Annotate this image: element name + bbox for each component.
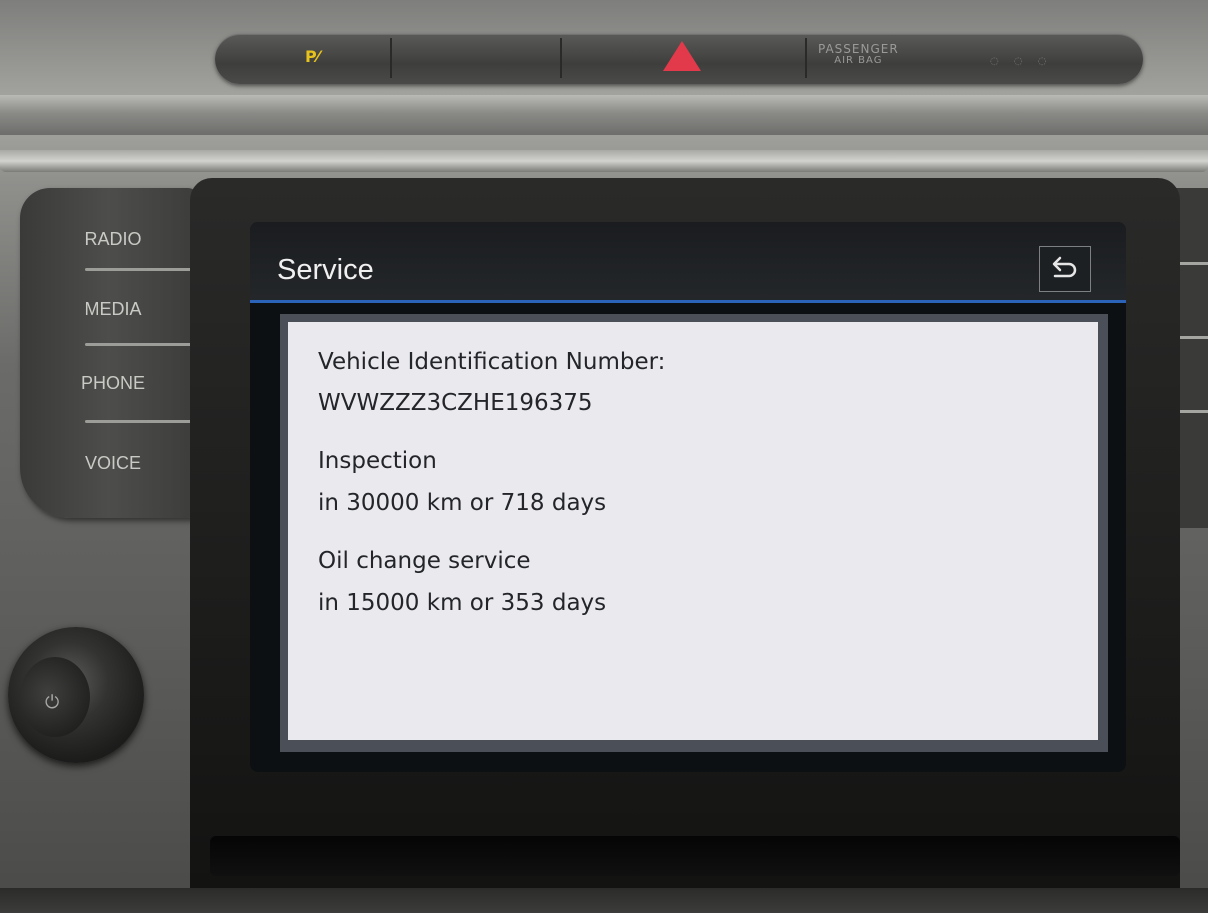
service-info-content: Vehicle Identification Number: WVWZZZ3CZ… xyxy=(288,322,1098,740)
vin-label: Vehicle Identification Number: xyxy=(318,349,666,375)
voice-button[interactable]: VOICE xyxy=(38,426,188,500)
back-arrow-icon xyxy=(1052,256,1077,278)
oil-change-value: in 15000 km or 353 days xyxy=(318,590,607,616)
page-title: Service xyxy=(277,254,374,286)
phone-button[interactable]: PHONE xyxy=(38,346,188,420)
media-button[interactable]: MEDIA xyxy=(38,272,188,346)
hazard-warning-icon[interactable] xyxy=(663,41,701,71)
oil-change-label: Oil change service xyxy=(318,548,531,574)
service-info-panel: Vehicle Identification Number: WVWZZZ3CZ… xyxy=(280,314,1108,752)
passenger-airbag-indicator: PASSENGER AIR BAG xyxy=(818,43,899,67)
button-divider xyxy=(85,343,195,346)
cd-slot xyxy=(210,836,1180,876)
power-icon: ⏻ xyxy=(45,692,60,713)
dashboard-trim xyxy=(0,95,1208,135)
bar-divider xyxy=(390,38,392,78)
radio-button[interactable]: RADIO xyxy=(38,202,188,276)
inspection-value: in 30000 km or 718 days xyxy=(318,490,607,516)
knob-face: ⏻ xyxy=(20,657,90,737)
car-infotainment-photo: P⁄ PASSENGER AIR BAG ◌ ◌ ◌ RADIO MEDIA P… xyxy=(0,0,1208,913)
seat-heat-icons: ◌ ◌ ◌ xyxy=(990,56,1053,67)
button-divider xyxy=(85,268,195,271)
passenger-airbag-line1: PASSENGER xyxy=(818,42,899,56)
inspection-label: Inspection xyxy=(318,448,437,474)
power-volume-knob[interactable]: ⏻ xyxy=(8,627,144,763)
side-button-panel: RADIO MEDIA PHONE VOICE xyxy=(20,188,198,518)
park-assist-icon[interactable]: P⁄ xyxy=(305,48,319,66)
passenger-airbag-line2: AIR BAG xyxy=(834,55,883,66)
screen-header: Service xyxy=(250,222,1126,303)
dashboard-lower-edge xyxy=(0,888,1208,913)
hazard-button-bar: P⁄ PASSENGER AIR BAG ◌ ◌ ◌ xyxy=(215,34,1143,84)
button-divider xyxy=(85,420,195,423)
bar-divider xyxy=(560,38,562,78)
bar-divider xyxy=(805,38,807,78)
back-button[interactable] xyxy=(1039,246,1091,292)
vin-value: WVWZZZ3CZHE196375 xyxy=(318,390,593,416)
chrome-trim xyxy=(0,150,1208,172)
infotainment-screen: Service Vehicle Identification Number: W… xyxy=(250,222,1126,772)
